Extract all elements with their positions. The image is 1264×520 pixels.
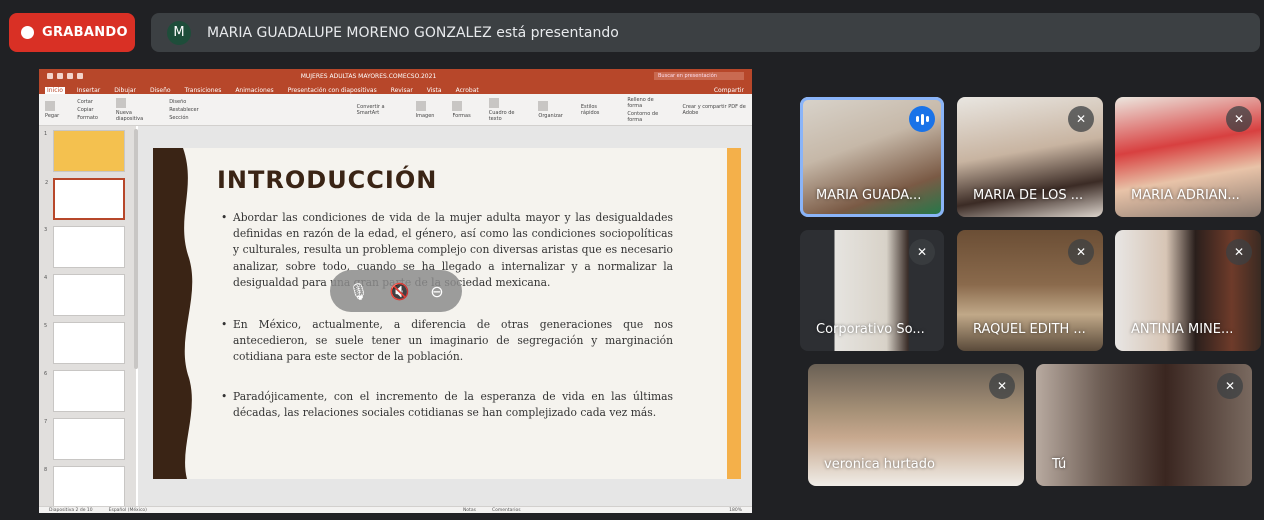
slide-thumbnail[interactable]: 3: [44, 226, 125, 268]
layout-button[interactable]: Diseño: [169, 99, 198, 105]
slide-thumbnail[interactable]: 1: [44, 130, 125, 172]
slide-thumbnails-pane[interactable]: 1 2 3 4 5 6 7 8: [39, 126, 136, 506]
language-indicator[interactable]: Español (México): [109, 508, 147, 513]
record-dot-icon: [21, 26, 34, 39]
participant-tile[interactable]: ✕ veronica hurtado: [808, 364, 1024, 486]
ppt-ribbon-tabs: Inicio Insertar Dibujar Diseño Transicio…: [39, 83, 752, 94]
mic-off-icon: ✕: [1226, 239, 1252, 265]
stop-presenting-icon[interactable]: ⊖: [430, 282, 443, 301]
mic-off-icon: ✕: [989, 373, 1015, 399]
slide-editor[interactable]: INTRODUCCIÓN Abordar las condiciones de …: [138, 126, 752, 506]
participant-name: Tú: [1052, 457, 1067, 472]
ppt-titlebar: MUJERES ADULTAS MAYORES.COMECSO.2021 Bus…: [39, 69, 752, 83]
mic-off-icon[interactable]: 🎙: [348, 282, 368, 301]
slide-thumbnail[interactable]: 5: [44, 322, 125, 364]
speaker-off-icon[interactable]: 🔇: [389, 282, 409, 301]
slide-thumbnail-selected[interactable]: 2: [45, 178, 125, 220]
shape-outline-button[interactable]: Contorno de forma: [627, 111, 664, 123]
ppt-search-input[interactable]: Buscar en presentación: [653, 72, 744, 80]
participant-name: MARIA DE LOS ...: [973, 188, 1084, 203]
quick-access-toolbar[interactable]: [47, 73, 83, 79]
convert-smartart-button[interactable]: Convertir a SmartArt: [357, 104, 398, 116]
tab-vista[interactable]: Vista: [425, 87, 444, 94]
zoom-level[interactable]: 180%: [729, 508, 742, 513]
ppt-ribbon: Pegar Cortar Copiar Formato Nueva diapos…: [39, 94, 752, 126]
presenter-banner: M MARIA GUADALUPE MORENO GONZALEZ está p…: [151, 13, 1260, 52]
tab-acrobat[interactable]: Acrobat: [454, 87, 481, 94]
ppt-statusbar: Diapositiva 2 de 10 Español (México) Not…: [39, 506, 752, 513]
image-button[interactable]: Imagen: [416, 113, 435, 119]
mic-off-icon: ✕: [1068, 106, 1094, 132]
participant-tile[interactable]: ✕ MARIA DE LOS ...: [957, 97, 1103, 217]
reset-button[interactable]: Restablecer: [169, 107, 198, 113]
new-slide-icon[interactable]: [115, 97, 126, 108]
copy-button[interactable]: Copiar: [77, 107, 98, 113]
shape-fill-button[interactable]: Relleno de forma: [627, 97, 664, 109]
adobe-pdf-button[interactable]: Crear y compartir PDF de Adobe: [682, 104, 746, 116]
participant-name: MARIA GUADA...: [816, 188, 922, 203]
current-slide[interactable]: INTRODUCCIÓN Abordar las condiciones de …: [153, 148, 741, 479]
slide-title: INTRODUCCIÓN: [217, 166, 438, 194]
presenter-message: MARIA GUADALUPE MORENO GONZALEZ está pre…: [207, 24, 619, 41]
tab-revisar[interactable]: Revisar: [389, 87, 415, 94]
arrange-button[interactable]: Organizar: [538, 113, 562, 119]
participant-name: MARIA ADRIAN...: [1131, 188, 1240, 203]
participant-tile[interactable]: ✕ ANTINIA MINE...: [1115, 230, 1261, 351]
mic-off-icon: ✕: [1226, 106, 1252, 132]
participant-name: veronica hurtado: [824, 457, 935, 472]
shapes-button[interactable]: Formas: [452, 113, 470, 119]
participant-name: Corporativo So...: [816, 322, 925, 337]
paste-button[interactable]: Pegar: [45, 113, 59, 119]
tab-presentacion[interactable]: Presentación con diapositivas: [286, 87, 379, 94]
textbox-button[interactable]: Cuadro de texto: [489, 110, 521, 122]
tab-diseno[interactable]: Diseño: [148, 87, 173, 94]
cut-button[interactable]: Cortar: [77, 99, 98, 105]
section-button[interactable]: Sección: [169, 115, 198, 121]
recording-label: GRABANDO: [42, 25, 128, 40]
image-icon[interactable]: [415, 100, 426, 111]
recording-badge[interactable]: GRABANDO: [9, 13, 135, 52]
share-button[interactable]: Compartir: [712, 87, 746, 94]
tab-animaciones[interactable]: Animaciones: [233, 87, 275, 94]
mic-off-icon: ✕: [909, 239, 935, 265]
notes-button[interactable]: Notas: [463, 508, 476, 513]
participant-tile[interactable]: ✕ Corporativo So...: [800, 230, 944, 351]
participant-name: RAQUEL EDITH ...: [973, 322, 1086, 337]
slide-bullet: Paradójicamente, con el incremento de la…: [221, 389, 673, 421]
tab-dibujar[interactable]: Dibujar: [112, 87, 138, 94]
speaking-indicator-icon: [909, 106, 935, 132]
slide-bullet: En México, actualmente, a diferencia de …: [221, 317, 673, 366]
mic-off-icon: ✕: [1217, 373, 1243, 399]
participant-tile-speaking[interactable]: MARIA GUADA...: [800, 97, 944, 217]
slide-thumbnail[interactable]: 6: [44, 370, 125, 412]
tab-transiciones[interactable]: Transiciones: [183, 87, 224, 94]
slide-orange-band: [727, 148, 741, 479]
comments-button[interactable]: Comentarios: [492, 508, 521, 513]
format-painter-button[interactable]: Formato: [77, 115, 98, 121]
slide-thumbnail[interactable]: 7: [44, 418, 125, 460]
presentation-controls: 🎙 🔇 ⊖: [330, 270, 462, 312]
paste-icon[interactable]: [45, 100, 55, 111]
quick-styles-button[interactable]: Estilos rápidos: [581, 104, 610, 116]
participant-tile[interactable]: ✕ RAQUEL EDITH ...: [957, 230, 1103, 351]
shapes-icon[interactable]: [452, 100, 463, 111]
presentation-screen: MUJERES ADULTAS MAYORES.COMECSO.2021 Bus…: [39, 69, 752, 513]
tab-insertar[interactable]: Insertar: [75, 87, 102, 94]
tab-inicio[interactable]: Inicio: [45, 87, 65, 94]
slide-thumbnail[interactable]: 4: [44, 274, 125, 316]
participant-tile-self[interactable]: ✕ Tú: [1036, 364, 1252, 486]
slide-thumbnail[interactable]: 8: [44, 466, 125, 506]
presenter-avatar: M: [167, 20, 191, 45]
arrange-icon[interactable]: [538, 100, 549, 111]
mic-off-icon: ✕: [1068, 239, 1094, 265]
ppt-file-title: MUJERES ADULTAS MAYORES.COMECSO.2021: [300, 72, 437, 80]
participant-name: ANTINIA MINE...: [1131, 322, 1234, 337]
textbox-icon[interactable]: [488, 97, 499, 108]
slide-wave-band: [153, 148, 193, 479]
new-slide-button[interactable]: Nueva diapositiva: [116, 110, 151, 122]
slide-position: Diapositiva 2 de 10: [49, 507, 93, 513]
participant-tile[interactable]: ✕ MARIA ADRIAN...: [1115, 97, 1261, 217]
